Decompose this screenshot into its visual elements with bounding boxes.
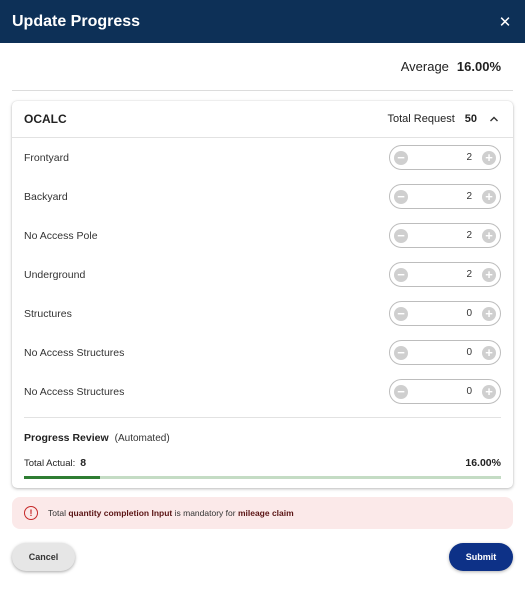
plus-icon[interactable]: + <box>482 267 496 282</box>
item-label: Underground <box>24 268 86 281</box>
quantity-value[interactable]: 2 <box>408 152 482 163</box>
review-percent: 16.00% <box>465 457 501 469</box>
item-row: Backyard −2 + <box>24 177 501 216</box>
minus-icon[interactable]: − <box>394 150 408 165</box>
quantity-value[interactable]: 2 <box>408 191 482 202</box>
item-row: Frontyard −2 + <box>24 138 501 177</box>
average-label: Average <box>400 59 449 74</box>
item-row: Underground −2 + <box>24 255 501 294</box>
quantity-stepper: −2 + <box>389 262 501 287</box>
item-row: No Access Pole −2 + <box>24 216 501 255</box>
progress-bar <box>24 476 501 479</box>
chevron-up-icon[interactable] <box>487 112 501 126</box>
dialog-title: Update Progress <box>12 12 141 30</box>
ocalc-card: OCALC Total Request 50 Frontyard −2 + Backy… <box>12 101 513 488</box>
card-header[interactable]: OCALC Total Request 50 <box>12 101 513 138</box>
quantity-stepper: −2 + <box>389 145 501 170</box>
item-row: No Access Structures −0 + <box>24 333 501 372</box>
dialog-header: Update Progress ✕ <box>0 0 525 43</box>
update-progress-dialog: Update Progress ✕ Average 16.00% OCALC T… <box>0 0 525 601</box>
alert-prefix: Total <box>48 508 66 518</box>
item-label: No Access Structures <box>24 385 125 398</box>
review-title-row: Progress Review (Automated) <box>24 432 501 444</box>
minus-icon[interactable]: − <box>394 384 408 399</box>
alert-middle: is mandatory for <box>174 508 236 518</box>
total-actual: Total Actual: 8 <box>24 457 86 469</box>
plus-icon[interactable]: + <box>482 150 496 165</box>
cancel-button[interactable]: Cancel <box>12 543 75 571</box>
alert-bold-1: quantity completion Input <box>68 508 173 518</box>
quantity-stepper: −2 + <box>389 184 501 209</box>
total-actual-label: Total Actual: <box>24 458 76 469</box>
quantity-stepper: −0 + <box>389 301 501 326</box>
minus-icon[interactable]: − <box>394 228 408 243</box>
minus-icon[interactable]: − <box>394 306 408 321</box>
mandatory-alert: ! Total quantity completion Input is man… <box>12 497 513 529</box>
alert-icon: ! <box>24 506 38 520</box>
average-row: Average 16.00% <box>12 43 513 91</box>
quantity-stepper: −0 + <box>389 379 501 404</box>
item-label: No Access Pole <box>24 229 98 242</box>
quantity-value[interactable]: 0 <box>408 347 482 358</box>
progress-bar-fill <box>24 476 101 479</box>
quantity-value[interactable]: 0 <box>408 386 482 397</box>
quantity-value[interactable]: 2 <box>408 230 482 241</box>
total-request-label: Total Request <box>387 113 455 125</box>
item-row: No Access Structures −0 + <box>24 372 501 411</box>
total-request-value: 50 <box>464 113 477 125</box>
plus-icon[interactable]: + <box>482 306 496 321</box>
minus-icon[interactable]: − <box>394 189 408 204</box>
submit-button[interactable]: Submit <box>449 543 513 571</box>
quantity-stepper: −2 + <box>389 223 501 248</box>
close-icon[interactable]: ✕ <box>497 13 513 31</box>
alert-text: Total quantity completion Input is manda… <box>48 508 294 518</box>
progress-review: Progress Review (Automated) Total Actual:… <box>24 417 501 479</box>
minus-icon[interactable]: − <box>394 267 408 282</box>
plus-icon[interactable]: + <box>482 189 496 204</box>
plus-icon[interactable]: + <box>482 228 496 243</box>
item-label: No Access Structures <box>24 346 125 359</box>
quantity-value[interactable]: 0 <box>408 308 482 319</box>
item-list: Frontyard −2 + Backyard −2 + No Access Pole −2 +… <box>12 138 513 411</box>
review-stats: Total Actual: 8 16.00% <box>24 457 501 469</box>
review-title: Progress Review <box>24 432 109 444</box>
total-actual-value: 8 <box>80 457 87 469</box>
total-request: Total Request 50 <box>387 112 501 126</box>
section-name: OCALC <box>24 112 67 126</box>
item-row: Structures −0 + <box>24 294 501 333</box>
minus-icon[interactable]: − <box>394 345 408 360</box>
quantity-value[interactable]: 2 <box>408 269 482 280</box>
item-label: Frontyard <box>24 151 69 164</box>
item-label: Backyard <box>24 190 68 203</box>
plus-icon[interactable]: + <box>482 384 496 399</box>
alert-bold-2: mileage claim <box>237 508 294 518</box>
item-label: Structures <box>24 307 72 320</box>
quantity-stepper: −0 + <box>389 340 501 365</box>
average-value: 16.00% <box>456 59 501 74</box>
plus-icon[interactable]: + <box>482 345 496 360</box>
review-note: (Automated) <box>114 433 170 444</box>
